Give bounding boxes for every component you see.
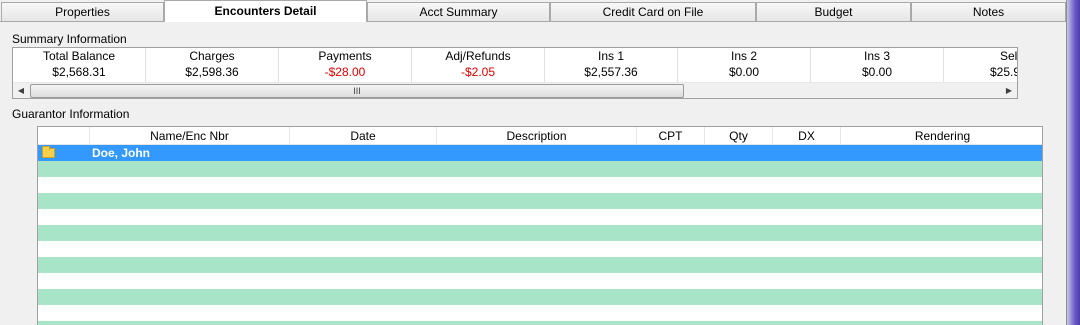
empty-row (38, 273, 1042, 289)
empty-row (38, 225, 1042, 241)
tab-encounters-detail[interactable]: Encounters Detail (164, 0, 367, 22)
summary-header: Sel (1000, 49, 1018, 63)
summary-header: Payments (318, 49, 372, 63)
tab-properties[interactable]: Properties (1, 2, 164, 21)
summary-col-adj-refunds: Adj/Refunds -$2.05 (412, 48, 545, 82)
scrollbar-grip-icon: III (353, 86, 361, 96)
empty-row (38, 257, 1042, 273)
column-header-description[interactable]: Description (437, 127, 637, 145)
summary-col-sel: Sel $25.9 (944, 48, 1018, 82)
tab-acct-summary[interactable]: Acct Summary (367, 2, 550, 21)
guarantor-grid: Name/Enc Nbr Date Description CPT Qty DX… (37, 126, 1043, 325)
guarantor-row[interactable]: Doe, John (38, 145, 1042, 161)
empty-row (38, 193, 1042, 209)
tab-baseline (0, 21, 1066, 22)
column-header-rendering[interactable]: Rendering (841, 127, 1042, 145)
summary-col-ins-1: Ins 1 $2,557.36 (545, 48, 678, 82)
empty-row (38, 289, 1042, 305)
scroll-right-arrow-icon[interactable]: ▶ (1001, 83, 1017, 98)
tab-strip: Properties Encounters Detail Acct Summar… (0, 0, 1070, 22)
summary-header: Total Balance (42, 49, 116, 63)
empty-row (38, 241, 1042, 257)
summary-header: Adj/Refunds (445, 49, 511, 63)
summary-grid: Total Balance $2,568.31 Charges $2,598.3… (12, 47, 1018, 99)
summary-header: Ins 3 (863, 49, 890, 63)
empty-row (38, 209, 1042, 225)
column-header-qty[interactable]: Qty (705, 127, 773, 145)
column-header-cpt[interactable]: CPT (637, 127, 705, 145)
guarantor-name: Doe, John (92, 146, 151, 160)
summary-col-payments: Payments -$28.00 (279, 48, 412, 82)
summary-col-ins-3: Ins 3 $0.00 (811, 48, 944, 82)
empty-row (38, 161, 1042, 177)
empty-row (38, 321, 1042, 325)
scroll-left-arrow-icon[interactable]: ◀ (13, 83, 29, 98)
folder-icon[interactable] (42, 146, 55, 158)
tab-budget[interactable]: Budget (756, 2, 911, 21)
column-header-dx[interactable]: DX (773, 127, 841, 145)
tab-notes[interactable]: Notes (911, 2, 1066, 21)
summary-header: Ins 1 (597, 49, 624, 63)
summary-value: $0.00 (861, 65, 893, 79)
tab-credit-card-on-file[interactable]: Credit Card on File (550, 2, 756, 21)
column-header-name-enc-nbr[interactable]: Name/Enc Nbr (90, 127, 290, 145)
summary-col-ins-2: Ins 2 $0.00 (678, 48, 811, 82)
guarantor-grid-header: Name/Enc Nbr Date Description CPT Qty DX… (38, 127, 1042, 145)
header-expander (38, 127, 90, 145)
summary-columns: Total Balance $2,568.31 Charges $2,598.3… (13, 48, 1018, 82)
summary-value: -$28.00 (324, 65, 366, 79)
summary-value: $0.00 (728, 65, 760, 79)
summary-value: -$2.05 (460, 65, 496, 79)
window-edge (1067, 0, 1080, 325)
summary-value: $2,557.36 (584, 65, 638, 79)
summary-col-charges: Charges $2,598.36 (146, 48, 279, 82)
summary-col-total-balance: Total Balance $2,568.31 (13, 48, 146, 82)
summary-section-label: Summary Information (12, 32, 127, 46)
empty-row (38, 177, 1042, 193)
column-header-date[interactable]: Date (290, 127, 437, 145)
scrollbar-thumb[interactable]: III (30, 84, 684, 98)
summary-value: $2,568.31 (52, 65, 106, 79)
summary-horizontal-scrollbar[interactable]: ◀ III ▶ (13, 82, 1017, 98)
summary-value: $2,598.36 (185, 65, 239, 79)
guarantor-rows: Doe, John (38, 145, 1042, 325)
summary-header: Charges (189, 49, 235, 63)
summary-value: $25.9 (990, 65, 1018, 79)
guarantor-section-label: Guarantor Information (12, 107, 130, 121)
empty-row (38, 305, 1042, 321)
summary-header: Ins 2 (730, 49, 757, 63)
